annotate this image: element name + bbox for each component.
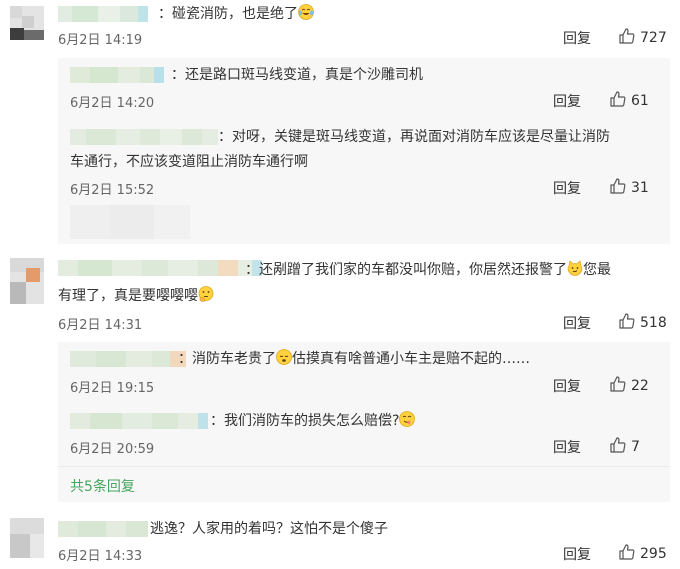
reply-button[interactable]: 回复: [563, 28, 591, 48]
yum-face-emoji-icon: [399, 411, 416, 427]
reply-button[interactable]: 回复: [553, 437, 581, 457]
like-button[interactable]: 31: [609, 177, 649, 199]
thumbs-up-icon: [609, 90, 627, 112]
like-count: 7: [631, 439, 640, 455]
like-button[interactable]: 61: [609, 90, 649, 112]
reply-button[interactable]: 回复: [553, 376, 581, 396]
username-pixelated[interactable]: [58, 6, 148, 22]
username-pixelated[interactable]: [58, 260, 262, 276]
avatar[interactable]: [10, 518, 44, 558]
reply-time: 6月2日 15:52: [70, 183, 155, 198]
like-button[interactable]: 22: [609, 375, 649, 397]
username-pixelated[interactable]: [70, 67, 164, 83]
comment-text: ：碰瓷消防，也是绝了: [158, 3, 314, 25]
reply-button[interactable]: 回复: [563, 544, 591, 564]
reply-button[interactable]: 回复: [553, 91, 581, 111]
blurred-area: [70, 205, 190, 239]
username-pixelated[interactable]: [58, 521, 148, 537]
comment-time: 6月2日 14:31: [58, 318, 143, 333]
reply-text: ：消防车老贵了 估摸真有啥普通小车主是赔不起的……: [178, 349, 530, 367]
view-more-replies-link[interactable]: 共5条回复: [70, 476, 135, 496]
like-count: 727: [640, 30, 667, 46]
comment-text: ：还剐蹭了我们家的车都没叫你赔，你居然还报警了 您最: [245, 260, 611, 278]
like-button[interactable]: 7: [609, 436, 640, 458]
smirk-cat-emoji-icon: [567, 260, 583, 276]
like-count: 22: [631, 378, 649, 394]
like-button[interactable]: 295: [618, 543, 667, 565]
username-pixelated[interactable]: [70, 129, 218, 145]
reply-time: 6月2日 19:15: [70, 381, 155, 396]
crying-laughing-emoji-icon: [298, 4, 314, 20]
thumbs-up-icon: [618, 27, 636, 49]
thumbs-up-icon: [618, 312, 636, 334]
comment-thread: ：碰瓷消防，也是绝了 6月2日 14:19 回复 727 ：还是路口斑马线变道，…: [0, 0, 680, 569]
avatar[interactable]: [10, 6, 44, 40]
reply-text-continued: 车通行，不应该变道阻止消防车通行啊: [70, 154, 308, 170]
reply-text: ：还是路口斑马线变道，真是个沙雕司机: [171, 67, 423, 83]
like-button[interactable]: 518: [618, 312, 667, 334]
reply-text: ：我们消防车的损失怎么赔偿?: [210, 410, 416, 432]
thumbs-up-icon: [618, 543, 636, 565]
username-pixelated[interactable]: [70, 413, 208, 429]
like-count: 295: [640, 546, 667, 562]
reply-button[interactable]: 回复: [563, 313, 591, 333]
thumbs-up-icon: [609, 375, 627, 397]
thumbs-up-icon: [609, 436, 627, 458]
thumbs-up-icon: [609, 177, 627, 199]
reply-text: ：对呀，关键是斑马线变道，再说面对消防车应该是尽量让消防: [218, 129, 610, 145]
divider: [58, 466, 670, 467]
like-count: 518: [640, 315, 667, 331]
like-count: 61: [631, 93, 649, 109]
reply-button[interactable]: 回复: [553, 178, 581, 198]
like-button[interactable]: 727: [618, 27, 667, 49]
comment-time: 6月2日 14:33: [58, 549, 143, 564]
like-count: 31: [631, 180, 649, 196]
comment-text: 逃逸？人家用的着吗？这怕不是个傻子: [150, 521, 388, 537]
reply-time: 6月2日 20:59: [70, 442, 155, 457]
sleepy-face-emoji-icon: [276, 349, 292, 365]
thinking-face-emoji-icon: [198, 286, 214, 302]
username-pixelated[interactable]: [70, 351, 186, 367]
reply-time: 6月2日 14:20: [70, 96, 155, 111]
comment-text-continued: 有理了，真是要嘤嘤嘤: [58, 285, 214, 307]
avatar[interactable]: [10, 258, 44, 304]
comment-time: 6月2日 14:19: [58, 33, 143, 48]
